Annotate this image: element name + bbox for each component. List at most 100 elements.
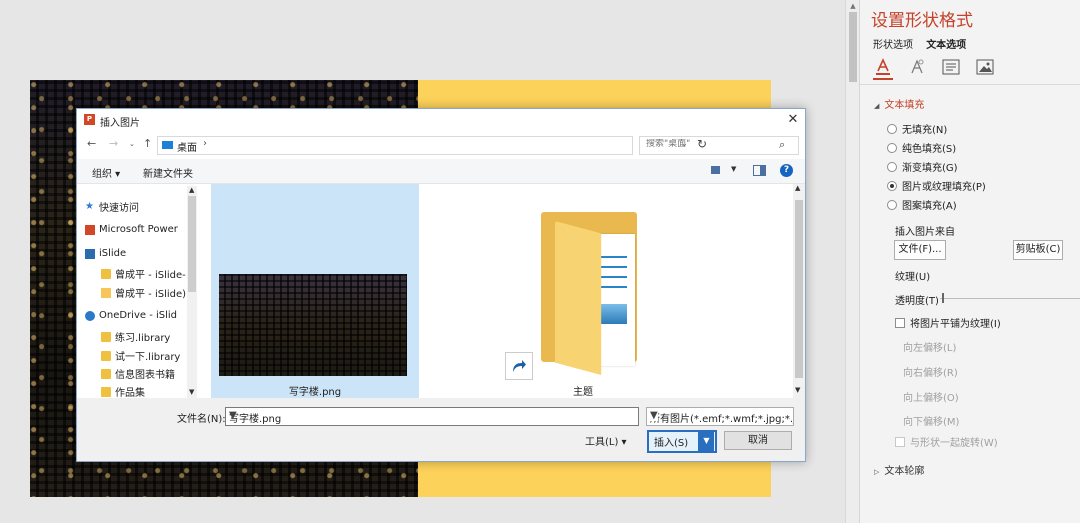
address-separator[interactable]: › xyxy=(203,138,207,149)
radio-label: 无填充(N) xyxy=(902,125,948,136)
picture-icon[interactable] xyxy=(975,56,995,78)
text-outline-section-header[interactable]: ▷ 文本轮廓 xyxy=(874,462,924,477)
search-box[interactable]: ⌕ xyxy=(639,136,799,155)
clipboard-button[interactable]: 剪贴板(C) xyxy=(1013,240,1063,260)
search-input[interactable] xyxy=(646,139,776,149)
nav-label: 练习.library xyxy=(115,333,171,344)
up-arrow-icon[interactable]: ↑ xyxy=(143,137,152,150)
nav-scroll-up-icon[interactable]: ▲ xyxy=(189,186,194,194)
search-icon[interactable]: ⌕ xyxy=(779,138,785,152)
insert-picture-dialog: P 插入图片 ✕ ← → ⌄ ↑ 桌面 › ⌄ ↻ ⌕ 组织 ▾ 新建文件夹 ▼… xyxy=(76,108,806,462)
transparency-slider-knob[interactable] xyxy=(942,293,944,303)
file-button[interactable]: 文件(F)... xyxy=(894,240,946,260)
filename-field[interactable]: 写字楼.png ▼ xyxy=(225,407,639,426)
organize-menu[interactable]: 组织 ▾ xyxy=(92,165,120,180)
tools-menu[interactable]: 工具(L) ▾ xyxy=(585,433,627,448)
radio-circle-selected[interactable] xyxy=(887,180,897,191)
insert-button-label[interactable]: 插入(S) xyxy=(654,434,688,449)
nav-label: 曾成平 - iSlide- xyxy=(115,270,186,281)
section-label: 文本填充 xyxy=(884,100,925,111)
insert-from-label: 插入图片来自 xyxy=(895,227,955,238)
text-fill-section-header[interactable]: ◢ 文本填充 xyxy=(874,96,924,111)
offset-bottom-label: 向下偏移(M) xyxy=(903,417,960,428)
library-icon xyxy=(101,331,111,342)
pane-tabs: 形状选项 文本选项 xyxy=(873,36,976,51)
view-dropdown-icon[interactable]: ▼ xyxy=(731,165,736,173)
nav-item-islide-sub1[interactable]: 曾成平 - iSlide- xyxy=(101,266,186,281)
radio-circle[interactable] xyxy=(887,123,897,134)
dialog-titlebar[interactable]: P 插入图片 ✕ xyxy=(77,109,805,131)
star-icon: ★ xyxy=(85,200,94,212)
new-folder-button[interactable]: 新建文件夹 xyxy=(143,165,193,180)
view-options-icon[interactable] xyxy=(711,166,720,174)
folder-icon xyxy=(101,287,111,298)
nav-item-islide[interactable]: iSlide xyxy=(85,248,126,259)
tab-shape-options[interactable]: 形状选项 xyxy=(873,40,913,51)
filename-label: 文件名(N): xyxy=(177,414,226,425)
nav-item-library-4[interactable]: 作品集 xyxy=(101,384,145,399)
list-scroll-thumb[interactable] xyxy=(795,200,803,378)
navigation-pane: ★ 快速访问 Microsoft Power iSlide 曾成平 - iSlid… xyxy=(77,184,199,399)
scroll-up-arrow-icon[interactable]: ▲ xyxy=(846,0,860,12)
tile-checkbox[interactable] xyxy=(895,317,905,328)
close-icon[interactable]: ✕ xyxy=(783,110,803,130)
help-icon[interactable]: ? xyxy=(780,164,793,177)
offset-left-label: 向左偏移(L) xyxy=(903,343,957,354)
texture-label[interactable]: 纹理(U) xyxy=(895,268,930,283)
radio-label: 纯色填充(S) xyxy=(902,144,957,155)
expand-triangle-icon: ▷ xyxy=(874,468,880,476)
transparency-slider-track[interactable] xyxy=(940,298,1080,299)
cancel-button[interactable]: 取消 xyxy=(724,431,792,450)
file-name-label: 写字楼.png xyxy=(288,387,342,398)
radio-circle[interactable] xyxy=(887,142,897,153)
radio-picture-fill[interactable]: 图片或纹理填充(P) xyxy=(887,178,986,193)
offset-top-label: 向上偏移(O) xyxy=(903,393,959,404)
filetype-dropdown-icon[interactable]: ▼ xyxy=(650,410,658,421)
text-effects-icon[interactable] xyxy=(907,56,927,78)
nav-item-library-3[interactable]: 信息图表书籍 xyxy=(101,366,175,381)
back-arrow-icon[interactable]: ← xyxy=(87,137,96,150)
nav-scroll-thumb[interactable] xyxy=(188,196,196,292)
list-scroll-up-icon[interactable]: ▲ xyxy=(795,184,800,192)
dialog-toolbar: 组织 ▾ 新建文件夹 ▼ ? xyxy=(77,159,805,184)
address-bar[interactable]: 桌面 › ⌄ ↻ xyxy=(157,136,707,155)
scroll-thumb[interactable] xyxy=(849,12,857,82)
tile-checkbox-row[interactable]: 将图片平铺为纹理(I) xyxy=(895,315,1001,330)
list-scroll-down-icon[interactable]: ▼ xyxy=(795,386,800,394)
slide-scrollbar[interactable]: ▲ xyxy=(845,0,860,523)
radio-circle[interactable] xyxy=(887,161,897,172)
nav-item-microsoft-powerpoint[interactable]: Microsoft Power xyxy=(85,224,178,235)
radio-solid-fill[interactable]: 纯色填充(S) xyxy=(887,140,956,155)
file-list-scrollbar[interactable]: ▲ ▼ xyxy=(793,184,805,398)
filename-dropdown-icon[interactable]: ▼ xyxy=(229,410,237,421)
forward-arrow-icon[interactable]: → xyxy=(109,137,118,150)
insert-dropdown-icon[interactable]: ▼ xyxy=(698,432,714,451)
file-tile-selected[interactable]: 写字楼.png xyxy=(211,184,419,398)
recent-dropdown-icon[interactable]: ⌄ xyxy=(129,140,135,148)
textbox-icon[interactable] xyxy=(941,56,961,78)
offset-right-label: 向右偏移(R) xyxy=(903,368,958,379)
nav-item-library-2[interactable]: 试一下.library xyxy=(101,348,180,363)
nav-item-onedrive[interactable]: OneDrive - iSlid xyxy=(85,310,177,321)
preview-pane-icon[interactable] xyxy=(753,165,766,176)
tab-text-options[interactable]: 文本选项 xyxy=(926,40,966,51)
nav-item-library-1[interactable]: 练习.library xyxy=(101,329,170,344)
nav-item-islide-sub2[interactable]: 曾成平 - iSlide) xyxy=(101,285,186,300)
nav-scroll-down-icon[interactable]: ▼ xyxy=(189,388,194,396)
address-path[interactable]: 桌面 xyxy=(177,139,197,154)
dialog-title: 插入图片 xyxy=(100,118,140,129)
filetype-select[interactable]: 所有图片(*.emf;*.wmf;*.jpg;*.jpeg ▼ xyxy=(646,407,794,426)
filetype-value[interactable]: 所有图片(*.emf;*.wmf;*.jpg;*.jpeg xyxy=(650,410,793,425)
address-row: ← → ⌄ ↑ 桌面 › ⌄ ↻ ⌕ xyxy=(77,133,805,157)
radio-circle[interactable] xyxy=(887,199,897,210)
nav-label: 快速访问 xyxy=(99,203,139,214)
nav-scrollbar[interactable]: ▲ ▼ xyxy=(187,186,197,398)
radio-pattern-fill[interactable]: 图案填充(A) xyxy=(887,197,957,212)
nav-item-quick-access[interactable]: ★ 快速访问 xyxy=(85,199,139,214)
radio-no-fill[interactable]: 无填充(N) xyxy=(887,121,947,136)
insert-button[interactable]: 插入(S) ▼ xyxy=(647,430,717,453)
text-fill-outline-icon[interactable] xyxy=(873,56,893,80)
radio-gradient-fill[interactable]: 渐变填充(G) xyxy=(887,159,958,174)
library-icon xyxy=(101,268,111,279)
nav-label: 信息图表书籍 xyxy=(115,370,175,381)
